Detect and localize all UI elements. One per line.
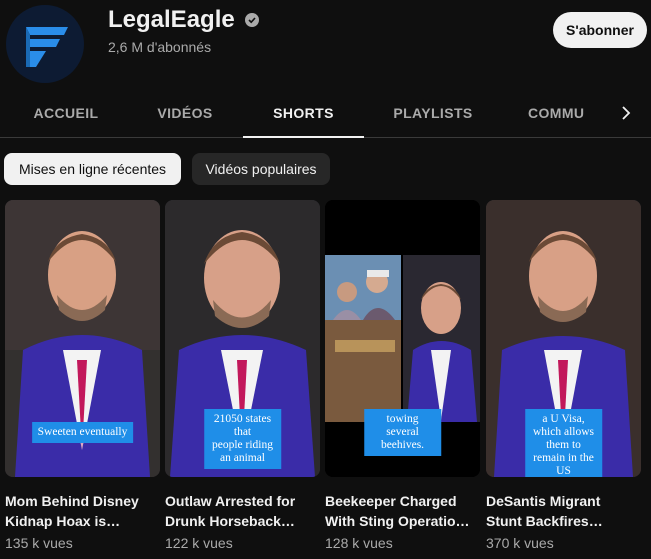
short-caption: 21050 states that people riding an anima… xyxy=(203,409,282,469)
short-title[interactable]: DeSantis Migrant Stunt Backfires… xyxy=(486,491,641,531)
channel-avatar[interactable] xyxy=(6,5,84,83)
short-views: 122 k vues xyxy=(165,535,233,551)
short-thumbnail[interactable]: towing several beehives. xyxy=(325,200,480,477)
short-thumbnail[interactable]: a U Visa, which allows them to remain in… xyxy=(486,200,641,477)
short-title[interactable]: Outlaw Arrested for Drunk Horseback… xyxy=(165,491,320,531)
tab-community[interactable]: COMMU xyxy=(528,88,600,137)
tab-videos[interactable]: VIDÉOS xyxy=(146,88,224,137)
short-views: 135 k vues xyxy=(5,535,73,551)
short-thumbnail[interactable]: 21050 states that people riding an anima… xyxy=(165,200,320,477)
short-card[interactable]: 21050 states that people riding an anima… xyxy=(165,200,320,551)
short-title[interactable]: Mom Behind Disney Kidnap Hoax is… xyxy=(5,491,160,531)
tab-accueil[interactable]: ACCUEIL xyxy=(24,88,108,137)
short-caption: towing several beehives. xyxy=(363,409,442,456)
verified-check-icon xyxy=(244,13,259,27)
channel-name[interactable]: LegalEagle xyxy=(108,6,259,34)
chip-recent-uploads[interactable]: Mises en ligne récentes xyxy=(4,153,181,185)
subscribe-button[interactable]: S'abonner xyxy=(553,12,647,48)
short-caption: Sweeten eventually xyxy=(31,422,134,443)
channel-header: LegalEagle 2,6 M d'abonnés S'abonner xyxy=(0,0,651,88)
tabs-next-button[interactable] xyxy=(600,88,651,137)
tab-playlists[interactable]: PLAYLISTS xyxy=(386,88,480,137)
channel-tabs: ACCUEIL VIDÉOS SHORTS PLAYLISTS COMMU xyxy=(0,88,651,138)
subscriber-count: 2,6 M d'abonnés xyxy=(108,39,212,55)
short-card[interactable]: towing several beehives. Beekeeper Charg… xyxy=(325,200,480,551)
channel-name-text[interactable]: LegalEagle xyxy=(108,6,235,34)
short-card[interactable]: a U Visa, which allows them to remain in… xyxy=(486,200,641,551)
short-views: 370 k vues xyxy=(486,535,554,551)
chevron-right-icon xyxy=(621,105,630,120)
legaleagle-logo-icon xyxy=(26,27,68,67)
short-card[interactable]: Sweeten eventually Mom Behind Disney Kid… xyxy=(5,200,160,551)
short-title[interactable]: Beekeeper Charged With Sting Operatio… xyxy=(325,491,480,531)
short-caption: a U Visa, which allows them to remain in… xyxy=(524,409,603,477)
short-views: 128 k vues xyxy=(325,535,393,551)
chip-popular-videos[interactable]: Vidéos populaires xyxy=(192,153,330,185)
tab-shorts[interactable]: SHORTS xyxy=(243,88,364,138)
short-thumbnail[interactable]: Sweeten eventually xyxy=(5,200,160,477)
